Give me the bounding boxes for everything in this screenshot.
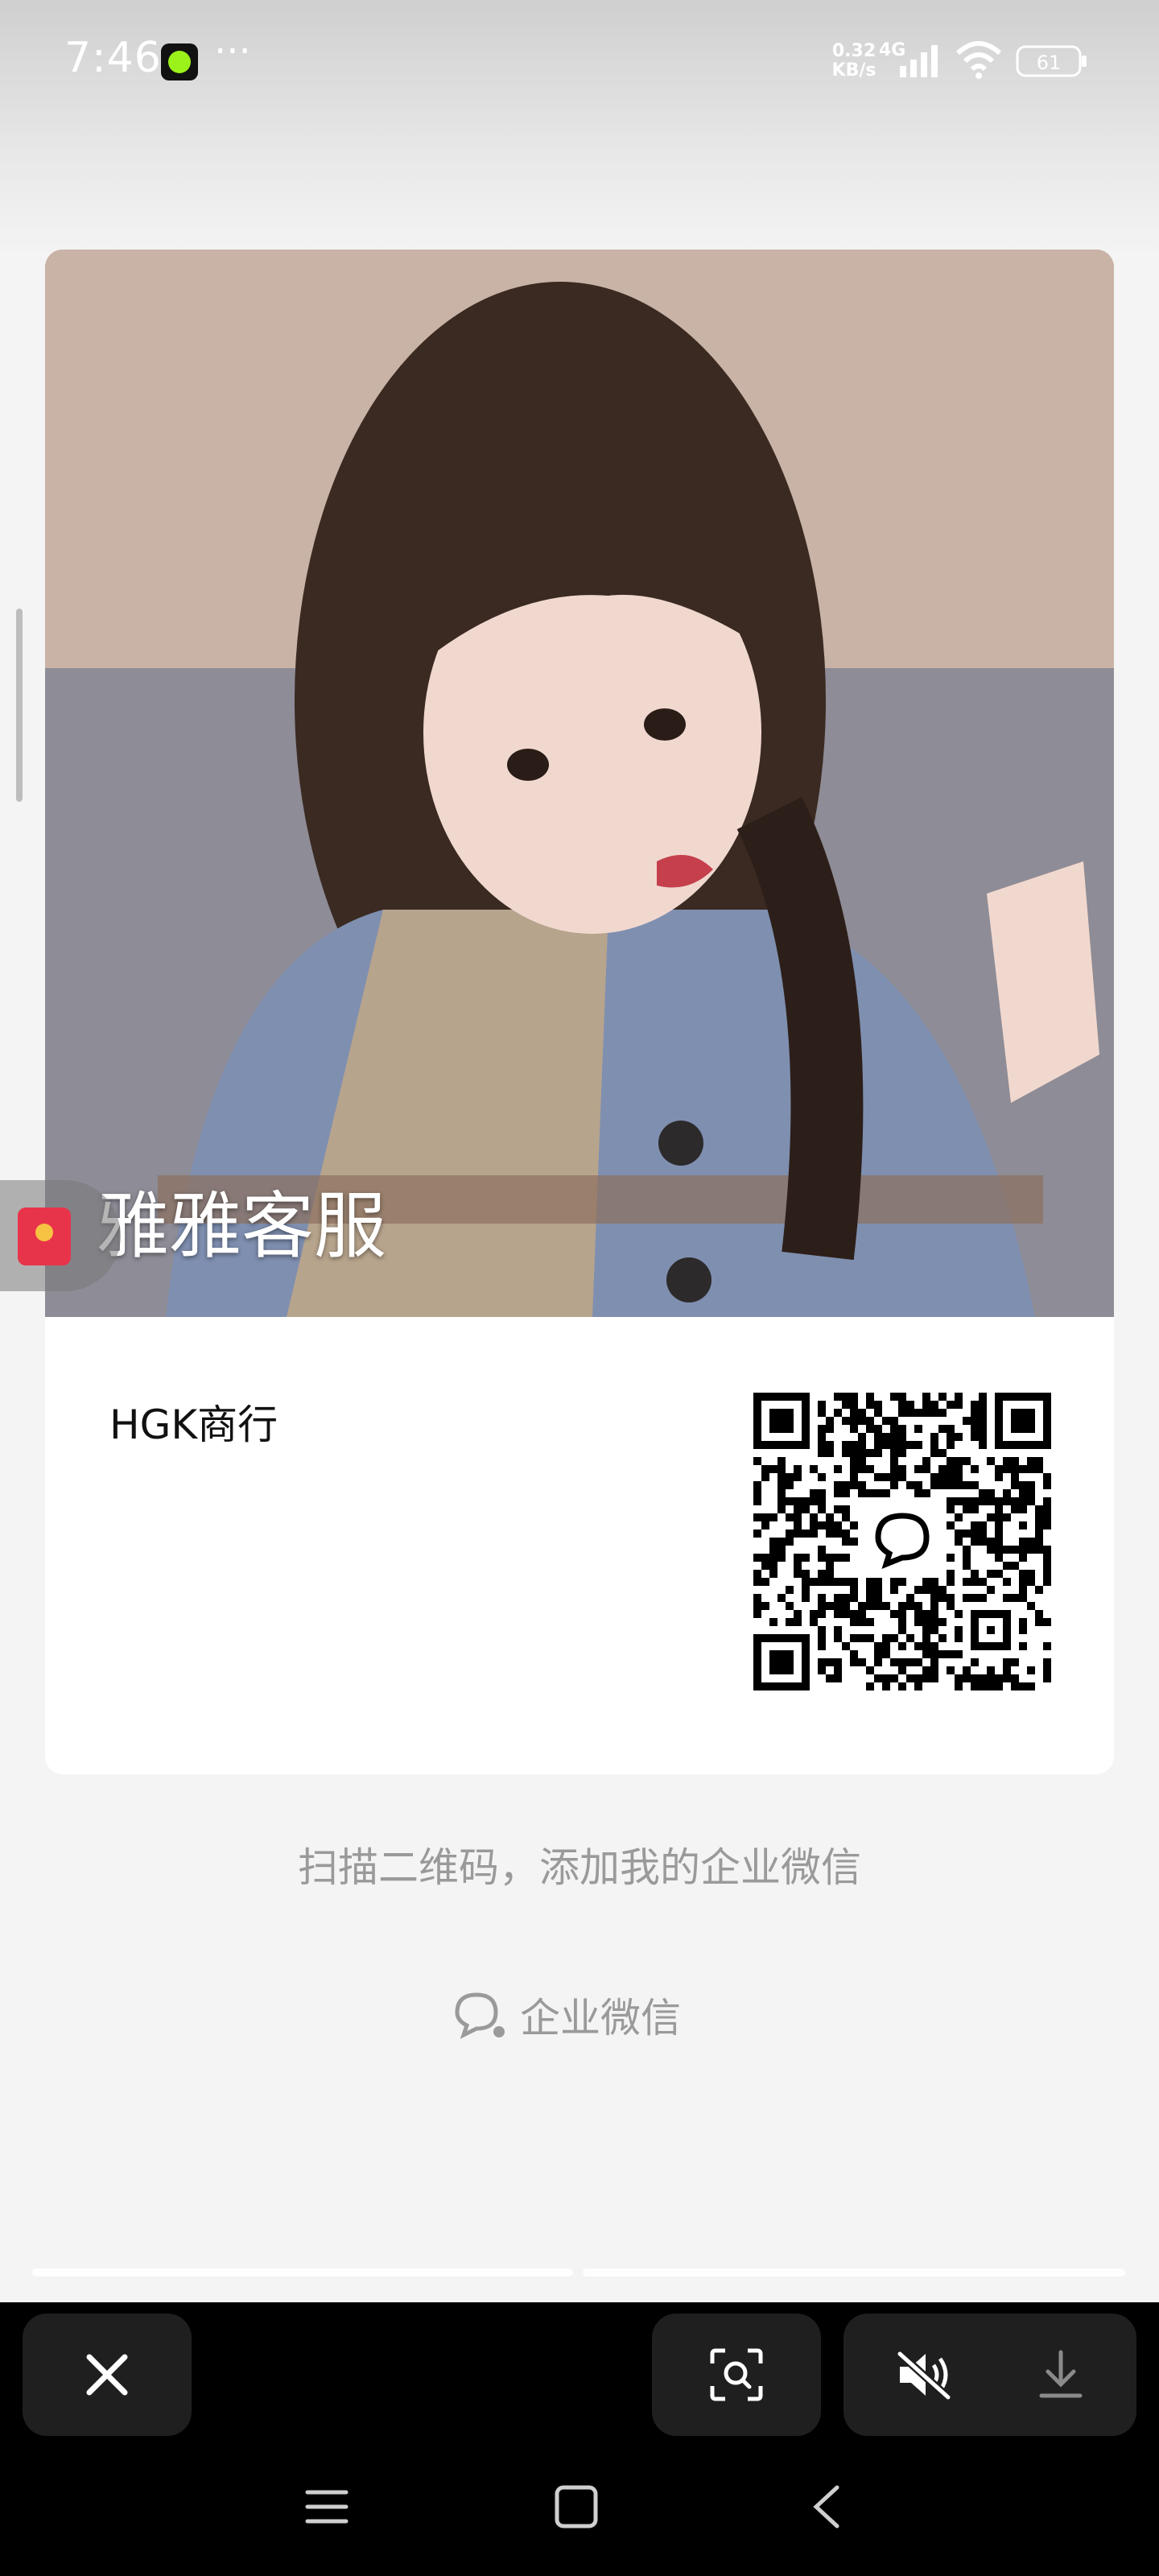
scan-button[interactable] (652, 2314, 821, 2436)
close-button[interactable] (23, 2314, 192, 2436)
status-time: 7:46 (64, 34, 162, 82)
mute-button[interactable] (843, 2349, 1004, 2401)
download-button[interactable] (1004, 2349, 1117, 2401)
network-speed-value: 0.32 (831, 41, 876, 61)
battery-icon: 61 (1016, 45, 1087, 77)
scan-icon (710, 2348, 763, 2401)
download-icon (1039, 2350, 1083, 2398)
photo-illustration (45, 250, 1114, 1317)
wechat-work-label: 企业微信 (520, 1995, 681, 2041)
home-icon[interactable] (554, 2484, 599, 2529)
screen: 7:46 ··· 0.32 KB/s 4G 61 雅雅客服 HGK商行 扫描二维… (0, 0, 1159, 2302)
company-name: HGK商行 (109, 1402, 278, 1448)
red-packet-icon[interactable] (18, 1208, 71, 1265)
network-speed-unit: KB/s (831, 60, 876, 80)
scan-instruction: 扫描二维码，添加我的企业微信 (298, 1844, 861, 1891)
recent-apps-icon[interactable] (304, 2487, 349, 2526)
battery-level: 61 (1037, 52, 1062, 74)
speaker-muted-icon (895, 2349, 951, 2401)
contact-card: 雅雅客服 HGK商行 (45, 250, 1114, 1774)
more-notifications-icon: ··· (214, 29, 251, 74)
wifi-icon (955, 41, 1002, 79)
qr-code[interactable] (753, 1393, 1051, 1690)
story-progress-1 (32, 2268, 573, 2277)
profile-photo: 雅雅客服 (45, 250, 1114, 1317)
close-icon (86, 2354, 128, 2396)
contact-name: 雅雅客服 (97, 1184, 386, 1269)
wechat-work-icon (455, 1992, 505, 2039)
story-progress-2 (583, 2268, 1125, 2277)
wechat-work-brand: 企业微信 (451, 1987, 681, 2043)
back-icon[interactable] (808, 2484, 843, 2529)
status-bar: 7:46 ··· 0.32 KB/s 4G 61 (0, 0, 1159, 121)
system-nav-bar (0, 2463, 1159, 2576)
bottom-toolbar (0, 2302, 1159, 2576)
floating-redpacket-tab[interactable] (0, 1180, 121, 1291)
signal-icon (900, 45, 938, 77)
media-controls (843, 2314, 1136, 2436)
network-speed: 0.32 KB/s (826, 42, 882, 80)
app-notification-icon (161, 43, 198, 80)
scroll-handle[interactable] (16, 609, 23, 802)
